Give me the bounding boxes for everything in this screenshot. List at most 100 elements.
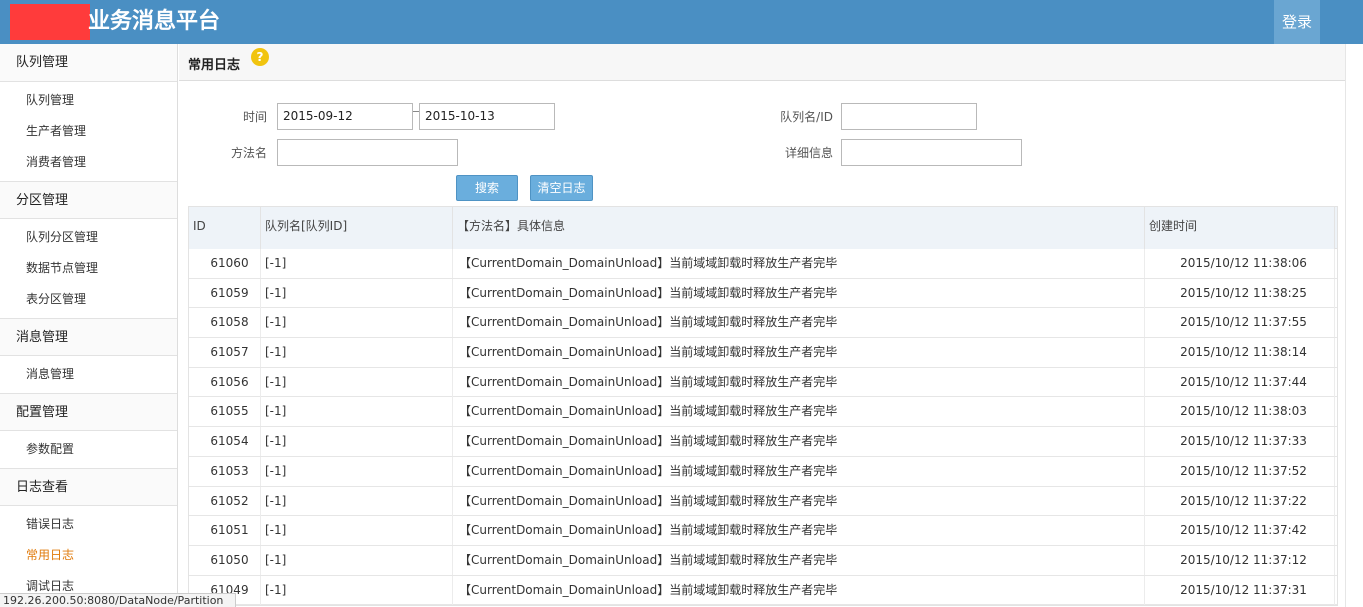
sidebar-item-message-manage[interactable]: 消息管理	[0, 359, 177, 390]
table-row[interactable]: 61057 [-1] 【CurrentDomain_DomainUnload】当前域…	[189, 338, 1337, 368]
main-content: 常用日志 ? 时间 2015-09-12 2015-10-13 队列名/ID 方…	[179, 44, 1345, 607]
table-row[interactable]: 61055 [-1] 【CurrentDomain_DomainUnload】当前域…	[189, 397, 1337, 428]
sidebar-item-queue-partition[interactable]: 队列分区管理	[0, 222, 177, 253]
row-time: 2015/10/12 11:37:12	[1145, 545, 1335, 575]
row-queue: [-1]	[261, 338, 453, 368]
column-header-time: 创建时间	[1145, 207, 1335, 249]
row-id: 61051	[189, 516, 261, 546]
row-queue: [-1]	[261, 575, 453, 605]
sidebar-item-error-log[interactable]: 错误日志	[0, 509, 177, 540]
sidebar-group-queue[interactable]: 队列管理	[0, 44, 177, 82]
app-header: 业务消息平台 登录	[0, 0, 1363, 44]
sidebar-item-data-node[interactable]: 数据节点管理	[0, 253, 177, 284]
sidebar-item-param-config[interactable]: 参数配置	[0, 434, 177, 465]
row-time: 2015/10/12 11:38:06	[1145, 249, 1335, 278]
queue-input[interactable]	[841, 103, 977, 130]
browser-status-bar: 192.26.200.50:8080/DataNode/Partition	[0, 593, 236, 607]
row-id: 61056	[189, 367, 261, 397]
sidebar-group-config[interactable]: 配置管理	[0, 393, 177, 431]
row-message: 【CurrentDomain_DomainUnload】当前域域卸载时释放生产者…	[453, 278, 1145, 308]
row-message: 【CurrentDomain_DomainUnload】当前域域卸载时释放生产者…	[453, 308, 1145, 338]
sidebar-item-common-log[interactable]: 常用日志	[0, 540, 177, 571]
table-row[interactable]: 61050 [-1] 【CurrentDomain_DomainUnload】当前域…	[189, 545, 1337, 576]
page-title: 常用日志	[188, 58, 241, 73]
row-id: 61060	[189, 249, 261, 278]
row-time: 2015/10/12 11:37:55	[1145, 308, 1335, 338]
table-row[interactable]: 61054 [-1] 【CurrentDomain_DomainUnload】当前域…	[189, 427, 1337, 457]
sidebar-group-partition[interactable]: 分区管理	[0, 181, 177, 219]
row-time: 2015/10/12 11:37:22	[1145, 486, 1335, 516]
sidebar-group-message[interactable]: 消息管理	[0, 318, 177, 356]
column-header-id: ID	[189, 207, 261, 249]
search-button[interactable]: 搜索	[456, 175, 518, 201]
table-row[interactable]: 61051 [-1] 【CurrentDomain_DomainUnload】当前域…	[189, 516, 1337, 546]
sidebar-item-producer-manage[interactable]: 生产者管理	[0, 116, 177, 147]
queue-label: 队列名/ID	[780, 110, 833, 124]
table-row[interactable]: 61060 [-1] 【CurrentDomain_DomainUnload】当前域…	[189, 249, 1337, 279]
row-id: 61052	[189, 486, 261, 516]
header-right-area	[1320, 0, 1363, 44]
sidebar-group-logs[interactable]: 日志查看	[0, 468, 177, 506]
sidebar: 队列管理 队列管理 生产者管理 消费者管理 分区管理 队列分区管理 数据节点管理…	[0, 44, 178, 607]
row-id: 61057	[189, 338, 261, 368]
row-message: 【CurrentDomain_DomainUnload】当前域域卸载时释放生产者…	[453, 575, 1145, 605]
detail-input[interactable]	[841, 139, 1022, 166]
detail-label: 详细信息	[784, 146, 833, 160]
method-label: 方法名	[230, 146, 267, 160]
row-message: 【CurrentDomain_DomainUnload】当前域域卸载时释放生产者…	[453, 397, 1145, 427]
row-queue: [-1]	[261, 367, 453, 397]
date-from-input[interactable]: 2015-09-12	[277, 103, 413, 130]
row-message: 【CurrentDomain_DomainUnload】当前域域卸载时释放生产者…	[453, 427, 1145, 457]
redacted-logo	[10, 4, 90, 40]
row-queue: [-1]	[261, 516, 453, 546]
row-id: 61053	[189, 456, 261, 486]
row-id: 61054	[189, 427, 261, 457]
row-message: 【CurrentDomain_DomainUnload】当前域域卸载时释放生产者…	[453, 545, 1145, 575]
row-message: 【CurrentDomain_DomainUnload】当前域域卸载时释放生产者…	[453, 486, 1145, 516]
row-time: 2015/10/12 11:38:14	[1145, 338, 1335, 368]
row-queue: [-1]	[261, 308, 453, 338]
row-time: 2015/10/12 11:37:52	[1145, 456, 1335, 486]
sidebar-item-table-partition[interactable]: 表分区管理	[0, 284, 177, 315]
row-id: 61059	[189, 278, 261, 308]
row-id: 61050	[189, 545, 261, 575]
page-title-bar: 常用日志 ?	[179, 44, 1345, 81]
table-row[interactable]: 61058 [-1] 【CurrentDomain_DomainUnload】当前域…	[189, 308, 1337, 339]
row-message: 【CurrentDomain_DomainUnload】当前域域卸载时释放生产者…	[453, 516, 1145, 546]
table-body: 61060 [-1] 【CurrentDomain_DomainUnload】当前域…	[189, 249, 1337, 606]
row-time: 2015/10/12 11:37:42	[1145, 516, 1335, 546]
method-input[interactable]	[277, 139, 458, 166]
page-scrollbar[interactable]	[1345, 44, 1363, 607]
row-queue: [-1]	[261, 545, 453, 575]
row-message: 【CurrentDomain_DomainUnload】当前域域卸载时释放生产者…	[453, 338, 1145, 368]
row-message: 【CurrentDomain_DomainUnload】当前域域卸载时释放生产者…	[453, 367, 1145, 397]
log-table: ID 队列名[队列ID] 【方法名】具体信息 创建时间 61060 [-1] 【Cu…	[188, 206, 1338, 607]
row-queue: [-1]	[261, 427, 453, 457]
row-time: 2015/10/12 11:38:25	[1145, 278, 1335, 308]
row-id: 61058	[189, 308, 261, 338]
sidebar-item-queue-manage[interactable]: 队列管理	[0, 85, 177, 116]
row-queue: [-1]	[261, 249, 453, 278]
row-time: 2015/10/12 11:37:33	[1145, 427, 1335, 457]
row-time: 2015/10/12 11:37:44	[1145, 367, 1335, 397]
question-icon[interactable]: ?	[251, 48, 269, 66]
clear-log-button[interactable]: 清空日志	[530, 175, 593, 201]
app-title: 业务消息平台	[88, 9, 221, 34]
table-row[interactable]: 61049 [-1] 【CurrentDomain_DomainUnload】当前域…	[189, 575, 1337, 606]
row-queue: [-1]	[261, 278, 453, 308]
row-queue: [-1]	[261, 486, 453, 516]
table-row[interactable]: 61053 [-1] 【CurrentDomain_DomainUnload】当前域…	[189, 456, 1337, 487]
time-label: 时间	[242, 110, 267, 124]
table-row[interactable]: 61052 [-1] 【CurrentDomain_DomainUnload】当前域…	[189, 486, 1337, 517]
row-queue: [-1]	[261, 397, 453, 427]
column-header-message: 【方法名】具体信息	[453, 207, 1145, 249]
sidebar-item-consumer-manage[interactable]: 消费者管理	[0, 147, 177, 178]
row-time: 2015/10/12 11:37:31	[1145, 575, 1335, 605]
row-queue: [-1]	[261, 456, 453, 486]
column-header-queue: 队列名[队列ID]	[261, 207, 453, 249]
table-header: ID 队列名[队列ID] 【方法名】具体信息 创建时间	[189, 207, 1337, 249]
table-row[interactable]: 61059 [-1] 【CurrentDomain_DomainUnload】当前域…	[189, 278, 1337, 309]
table-row[interactable]: 61056 [-1] 【CurrentDomain_DomainUnload】当前域…	[189, 367, 1337, 398]
login-button[interactable]: 登录	[1274, 0, 1320, 44]
date-to-input[interactable]: 2015-10-13	[419, 103, 555, 130]
